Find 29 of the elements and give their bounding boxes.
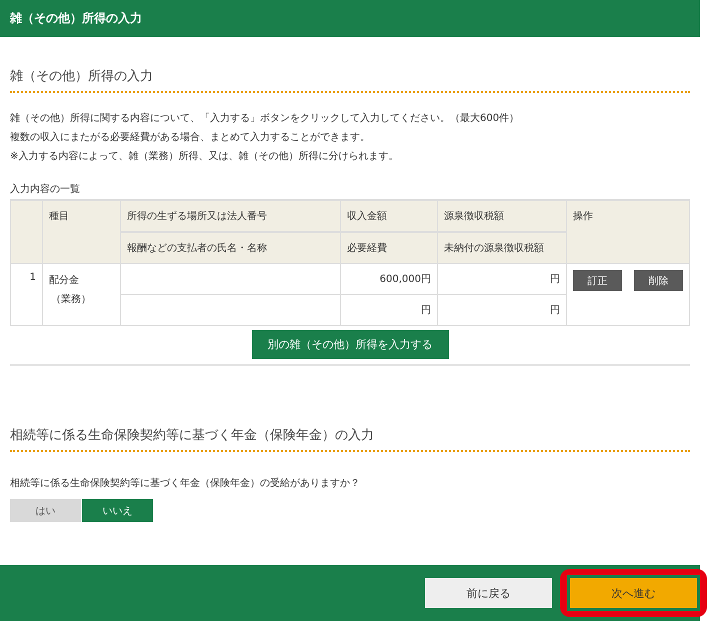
table-cell: 円 xyxy=(438,264,566,294)
section-title: 相続等に係る生命保険契約等に基づく年金（保険年金）の入力 xyxy=(10,426,690,452)
table-cell: 600,000円 xyxy=(340,264,438,294)
instruction-text: 複数の収入にまたがる必要経費がある場合、まとめて入力することができます。 xyxy=(10,130,371,145)
header-cell: 源泉徴収税額 xyxy=(438,200,566,232)
nav-button[interactable]: 前に戻る xyxy=(425,578,552,608)
action-button[interactable]: 訂正 xyxy=(573,270,622,291)
instruction-text: 雑（その他）所得に関する内容について、「入力する」ボタンをクリックして入力してください。（最大600件） xyxy=(10,112,520,126)
header-cell: 収入金額 xyxy=(340,200,438,232)
list-label: 入力内容の一覧 xyxy=(10,183,81,197)
header-cell: 操作 xyxy=(566,200,690,264)
nav-button[interactable]: 次へ進む xyxy=(570,578,697,608)
question-text: 相続等に係る生命保険契約等に基づく年金（保険年金）の受給がありますか？ xyxy=(10,476,361,490)
section-title: 雑（その他）所得の入力 xyxy=(10,67,690,93)
header-cell: 必要経費 xyxy=(340,232,438,264)
answer-option[interactable]: いいえ xyxy=(82,499,153,522)
add-income-button[interactable]: 別の雑（その他）所得を入力する xyxy=(252,330,448,359)
action-button[interactable]: 削除 xyxy=(634,270,683,291)
instruction-text: ※入力する内容によって、雑（業務）所得、又は、雑（その他）所得に分けられます。 xyxy=(10,150,400,164)
header-cell: 種目 xyxy=(42,200,120,264)
header-cell: 報酬などの支払者の氏名・名称 xyxy=(120,232,340,264)
table-cell: 円 xyxy=(340,294,438,326)
table-cell-text: （業務） xyxy=(50,292,92,307)
table-cell: 1 xyxy=(10,264,42,326)
table-cell-text: 配分金 xyxy=(49,274,80,288)
answer-option[interactable]: はい xyxy=(10,499,81,522)
page-title: 雑（その他）所得の入力 xyxy=(10,10,142,27)
header-cell: 未納付の源泉徴収税額 xyxy=(438,232,566,264)
header-cell: 所得の生ずる場所又は法人番号 xyxy=(120,200,340,232)
